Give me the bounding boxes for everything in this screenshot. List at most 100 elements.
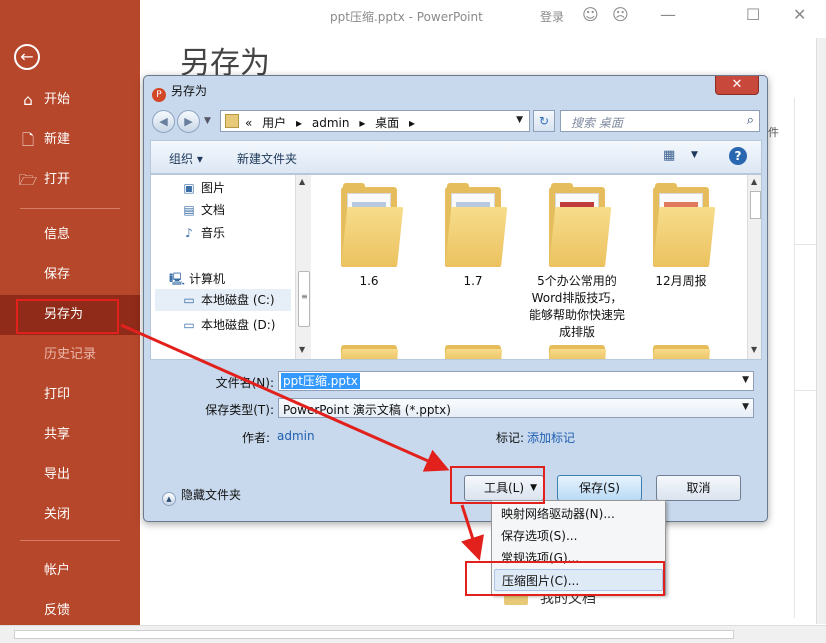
divider bbox=[794, 98, 795, 618]
nav-item-drive-c[interactable]: ▭ 本地磁盘 (C:) bbox=[155, 289, 291, 311]
vertical-scrollbar[interactable] bbox=[816, 38, 826, 624]
close-icon[interactable]: ✕ bbox=[793, 5, 806, 24]
breadcrumb-separator[interactable]: ▸ bbox=[296, 116, 302, 130]
breadcrumb-item[interactable]: 桌面 bbox=[375, 116, 399, 130]
sidebar-item-label: 开始 bbox=[44, 92, 71, 107]
new-document-icon: 🗋 bbox=[21, 131, 35, 149]
sidebar-item-home[interactable]: ⌂ 开始 bbox=[0, 80, 140, 120]
sidebar-item-history[interactable]: 历史记录 bbox=[0, 335, 140, 375]
breadcrumb-separator[interactable]: ▸ bbox=[409, 116, 415, 130]
organize-button[interactable]: 组织 ▾ bbox=[169, 150, 203, 167]
recent-locations-dropdown[interactable]: ▼ bbox=[204, 116, 211, 126]
pictures-icon: ▣ bbox=[183, 181, 195, 195]
file-name: 12月周报 bbox=[655, 274, 707, 288]
scrollbar-thumb[interactable] bbox=[750, 191, 761, 219]
refresh-button[interactable]: ↻ bbox=[533, 110, 555, 132]
chevron-down-icon[interactable]: ▼ bbox=[516, 115, 523, 125]
chevron-down-icon[interactable]: ▼ bbox=[742, 375, 749, 385]
save-button[interactable]: 保存(S) bbox=[557, 475, 642, 501]
chevron-down-icon[interactable]: ▼ bbox=[742, 402, 749, 412]
sidebar-item-new[interactable]: 🗋 新建 bbox=[0, 120, 140, 160]
folder-icon[interactable] bbox=[549, 343, 607, 359]
dialog-title-text: 另存为 bbox=[171, 84, 208, 98]
folder-icon[interactable] bbox=[341, 343, 399, 359]
file-name-input[interactable]: ppt压缩.pptx ▼ bbox=[278, 371, 754, 391]
scroll-up-arrow[interactable]: ▲ bbox=[751, 177, 757, 186]
search-icon[interactable]: ⌕ bbox=[747, 113, 754, 128]
scroll-down-arrow[interactable]: ▼ bbox=[299, 345, 305, 354]
folder-icon bbox=[445, 183, 508, 267]
breadcrumb-separator[interactable]: ▸ bbox=[359, 116, 365, 130]
highlight-box bbox=[450, 466, 545, 504]
menu-item-map-network-drive[interactable]: 映射网络驱动器(N)... bbox=[494, 503, 663, 525]
search-placeholder: 搜索 桌面 bbox=[571, 116, 623, 130]
dialog-toolbar: 组织 ▾ 新建文件夹 ▦ ▼ ? bbox=[150, 140, 762, 174]
sidebar-item-export[interactable]: 导出 bbox=[0, 455, 140, 495]
file-item[interactable]: 12月周报 bbox=[633, 175, 729, 290]
sidebar-item-print[interactable]: 打印 bbox=[0, 375, 140, 415]
scroll-up-arrow[interactable]: ▲ bbox=[299, 177, 305, 186]
file-item[interactable]: 5个办公常用的Word排版技巧，能够帮助你快速完成排版 bbox=[529, 175, 625, 341]
sidebar-item-save[interactable]: 保存 bbox=[0, 255, 140, 295]
sidebar-divider bbox=[20, 540, 120, 541]
sidebar-item-label: 打开 bbox=[44, 172, 71, 187]
breadcrumb-item[interactable]: admin bbox=[312, 116, 350, 130]
back-arrow-icon[interactable]: ← bbox=[14, 44, 40, 70]
scroll-down-arrow[interactable]: ▼ bbox=[751, 345, 757, 354]
nav-item-label: 本地磁盘 (C:) bbox=[201, 293, 275, 307]
sidebar-item-close[interactable]: 关闭 bbox=[0, 495, 140, 535]
scrollbar-thumb[interactable]: ≡ bbox=[298, 271, 310, 327]
documents-icon: ▤ bbox=[183, 203, 195, 217]
nav-item-drive-d[interactable]: ▭ 本地磁盘 (D:) bbox=[181, 316, 275, 333]
dialog-close-button[interactable]: ✕ bbox=[715, 76, 759, 95]
folder-icon bbox=[653, 183, 716, 267]
file-list-scrollbar[interactable]: ▲ ▼ bbox=[747, 175, 761, 359]
sidebar-item-share[interactable]: 共享 bbox=[0, 415, 140, 455]
nav-item-documents[interactable]: ▤ 文档 bbox=[181, 201, 225, 218]
hide-folders-toggle[interactable]: ▲ 隐藏文件夹 bbox=[162, 486, 241, 506]
address-bar[interactable]: « 用户 ▸ admin ▸ 桌面 ▸ ▼ bbox=[220, 110, 530, 132]
folder-icon[interactable] bbox=[653, 343, 711, 359]
login-link[interactable]: 登录 bbox=[540, 8, 564, 25]
nav-item-music[interactable]: ♪ 音乐 bbox=[181, 224, 225, 241]
help-icon[interactable]: ? bbox=[729, 147, 747, 165]
nav-item-pictures[interactable]: ▣ 图片 bbox=[181, 179, 225, 196]
folder-icon[interactable] bbox=[445, 343, 503, 359]
nav-item-label: 音乐 bbox=[201, 226, 226, 240]
new-folder-button[interactable]: 新建文件夹 bbox=[237, 150, 297, 167]
file-type-value: PowerPoint 演示文稿 (*.pptx) bbox=[283, 403, 451, 417]
restore-icon[interactable]: ☐ bbox=[746, 5, 760, 24]
divider bbox=[794, 244, 818, 245]
cancel-button[interactable]: 取消 bbox=[656, 475, 741, 501]
sidebar-item-label: 新建 bbox=[44, 132, 71, 147]
file-item[interactable]: 1.7 bbox=[425, 175, 521, 290]
view-dropdown[interactable]: ▼ bbox=[691, 150, 698, 160]
sidebar-item-account[interactable]: 帐户 bbox=[0, 551, 140, 591]
breadcrumb-overflow[interactable]: « bbox=[245, 116, 252, 130]
breadcrumb-item[interactable]: 用户 bbox=[262, 116, 286, 130]
minimize-icon[interactable]: — bbox=[660, 5, 676, 24]
nav-item-label: 文档 bbox=[201, 203, 226, 217]
frown-icon[interactable]: ☹ bbox=[612, 5, 629, 24]
scrollbar-thumb[interactable] bbox=[14, 630, 734, 639]
smiley-icon[interactable]: ☺ bbox=[582, 5, 599, 24]
forward-button[interactable]: ▶ bbox=[177, 110, 200, 133]
tags-value[interactable]: 添加标记 bbox=[527, 429, 575, 446]
back-button[interactable]: ◀ bbox=[152, 110, 175, 133]
scrollbar-grip-icon: ≡ bbox=[301, 292, 308, 301]
nav-item-label: 本地磁盘 (D:) bbox=[201, 318, 276, 332]
file-item[interactable]: 1.6 bbox=[321, 175, 417, 290]
hide-folders-label: 隐藏文件夹 bbox=[181, 488, 242, 502]
sidebar-item-info[interactable]: 信息 bbox=[0, 215, 140, 255]
menu-item-save-options[interactable]: 保存选项(S)... bbox=[494, 525, 663, 547]
view-icon[interactable]: ▦ bbox=[663, 148, 679, 164]
navigation-pane-scrollbar[interactable]: ▲ ≡ ▼ bbox=[295, 175, 311, 359]
file-type-select[interactable]: PowerPoint 演示文稿 (*.pptx) ▼ bbox=[278, 398, 754, 418]
powerpoint-window: ← ⌂ 开始 🗋 新建 🗁 打开 信息 保存 另存为 历史记录 打印 共享 导出… bbox=[0, 0, 826, 643]
nav-item-computer[interactable]: 🖳 计算机 bbox=[169, 270, 225, 291]
computer-icon: 🖳 bbox=[169, 272, 186, 286]
author-value[interactable]: admin bbox=[277, 429, 315, 443]
horizontal-scrollbar[interactable] bbox=[0, 625, 826, 643]
sidebar-item-open[interactable]: 🗁 打开 bbox=[0, 160, 140, 200]
search-input[interactable]: 搜索 桌面 ⌕ bbox=[560, 110, 760, 132]
